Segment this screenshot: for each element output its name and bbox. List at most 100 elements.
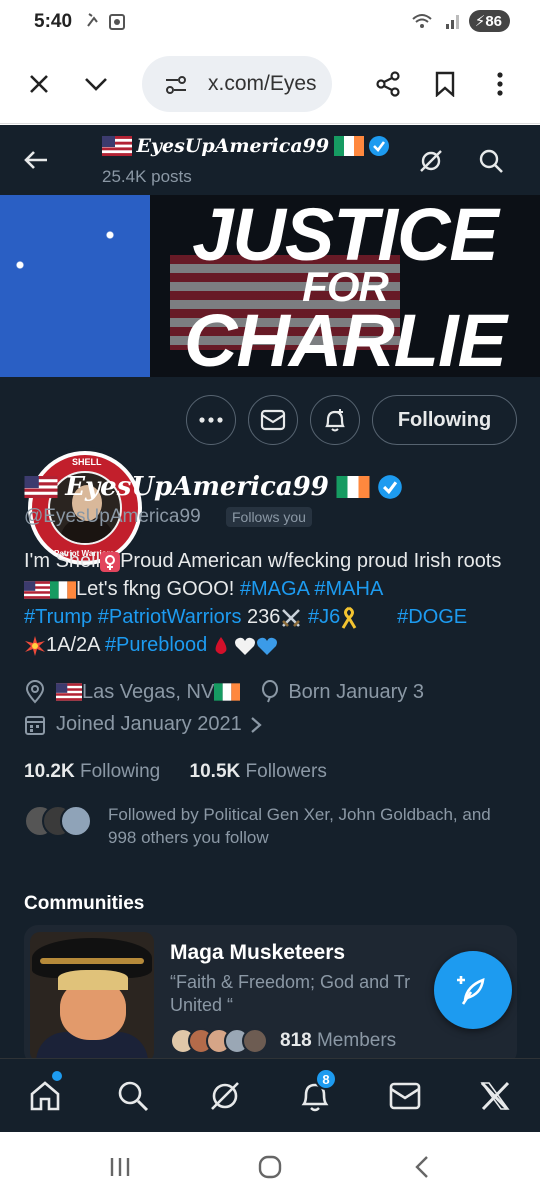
wifi-icon — [412, 14, 432, 28]
avatar-top-text: SHELL — [72, 457, 102, 467]
followers-count-link[interactable]: 10.5K Followers — [190, 761, 327, 782]
community-image-hat-trim — [40, 958, 144, 964]
following-label: Following — [79, 761, 161, 782]
tab-home[interactable] — [22, 1073, 68, 1119]
ireland-flag-icon — [214, 683, 241, 701]
home-icon — [30, 1081, 60, 1111]
tab-messages[interactable] — [382, 1073, 428, 1119]
system-navigation-bar — [0, 1132, 540, 1200]
tab-x[interactable] — [472, 1073, 518, 1119]
avatar — [60, 805, 92, 837]
following-count-link[interactable]: 10.2K Following — [24, 761, 160, 782]
followed-by-avatars[interactable] — [24, 805, 94, 837]
communities-title: Communities — [24, 893, 145, 914]
grok-icon — [211, 1082, 239, 1110]
profile-display-name: EyesUpAmerica99 — [65, 472, 329, 503]
message-button[interactable] — [248, 395, 298, 445]
header-title: EyesUpAmerica99 — [102, 135, 390, 157]
us-flag-icon — [102, 136, 132, 156]
share-button[interactable] — [368, 64, 408, 104]
back-button[interactable] — [18, 142, 54, 178]
bio-text-5: 1A/2A — [46, 634, 105, 656]
hashtag-patriotwarriors[interactable]: #PatriotWarriors — [98, 606, 242, 628]
location-pin-icon — [25, 680, 45, 704]
white-heart-icon — [235, 637, 256, 655]
status-time: 5:40 — [34, 11, 73, 32]
community-members: 818 Members — [170, 1028, 396, 1054]
site-settings-icon[interactable] — [164, 74, 188, 96]
banner-line1: JUSTICE — [192, 195, 499, 276]
status-notification-icons — [86, 12, 126, 36]
more-options-button[interactable] — [186, 395, 236, 445]
back-chevron-icon — [415, 1156, 428, 1178]
followers-label: Followers — [245, 761, 327, 782]
tab-search[interactable] — [110, 1073, 156, 1119]
mail-icon — [389, 1082, 421, 1110]
more-horizontal-icon — [199, 417, 223, 423]
x-logo-icon — [480, 1081, 510, 1111]
compose-feather-icon — [457, 976, 485, 1005]
battery-level: 86 — [485, 13, 502, 30]
us-flag-icon — [56, 683, 82, 701]
hashtag-j6[interactable]: #J6 — [308, 606, 340, 628]
grok-icon — [420, 150, 442, 172]
ireland-flag-icon — [336, 476, 370, 499]
back-system-button[interactable] — [402, 1152, 442, 1182]
notifications-badge: 8 — [315, 1068, 337, 1090]
community-members-count: 818 — [280, 1030, 312, 1051]
crossed-swords-icon — [282, 608, 301, 627]
hashtag-doge[interactable]: #DOGE — [397, 606, 467, 628]
profile-joined-row[interactable]: Joined January 2021 — [24, 713, 262, 736]
close-tab-button[interactable] — [19, 64, 59, 104]
mail-icon — [260, 409, 286, 431]
close-icon — [30, 75, 48, 93]
profile-joined: Joined January 2021 — [56, 713, 242, 735]
follows-you-badge: Follows you — [226, 507, 312, 527]
home-system-button[interactable] — [250, 1152, 290, 1182]
home-new-indicator — [52, 1071, 62, 1081]
status-right: ⚡86 — [411, 10, 510, 32]
profile-banner[interactable]: JUSTICE FOR CHARLIE — [0, 195, 540, 377]
bottom-tab-bar — [0, 1058, 540, 1132]
profile-location: Las Vegas, NV — [82, 680, 215, 703]
community-name: Maga Musketeers — [170, 941, 346, 964]
community-description: “Faith & Freedom; God and Tr United “ — [170, 972, 411, 1015]
hashtag-maga[interactable]: #MAGA — [240, 578, 309, 600]
chevron-down-icon — [85, 78, 107, 91]
bio-text-1: I'm Shell — [24, 550, 101, 572]
yellow-ribbon-icon — [341, 606, 357, 629]
bookmark-button[interactable] — [425, 64, 465, 104]
followed-by-text[interactable]: Followed by Political Gen Xer, John Gold… — [108, 803, 508, 849]
hashtag-pureblood[interactable]: #Pureblood — [105, 634, 207, 656]
hashtag-trump[interactable]: #Trump — [24, 606, 92, 628]
x-app: EyesUpAmerica99 25.4K posts JUSTICE FOR … — [0, 125, 540, 1132]
blue-heart-icon — [257, 637, 278, 655]
back-arrow-icon — [24, 151, 47, 169]
home-circle-icon — [258, 1155, 282, 1179]
bell-plus-icon — [325, 409, 345, 432]
search-button[interactable] — [472, 142, 510, 180]
community-image — [30, 932, 154, 1062]
bio-text-2: Proud American w/fecking proud Irish roo… — [120, 550, 502, 572]
us-flag-icon — [24, 476, 58, 499]
banner-stars — [0, 195, 170, 377]
recent-apps-button[interactable] — [100, 1152, 140, 1182]
notifications-subscribe-button[interactable] — [310, 395, 360, 445]
profile-bio: I'm Shell Proud American w/fecking proud … — [24, 547, 519, 659]
header-display-name: EyesUpAmerica99 — [136, 135, 330, 157]
compose-post-button[interactable] — [434, 951, 512, 1029]
signal-icon — [445, 15, 459, 29]
following-count: 10.2K — [24, 761, 75, 782]
following-button[interactable]: Following — [372, 395, 517, 445]
grok-button[interactable] — [412, 142, 450, 180]
verified-badge-icon — [378, 475, 403, 499]
url-field[interactable]: x.com/Eyes — [142, 56, 332, 112]
more-menu-button[interactable] — [480, 64, 520, 104]
search-icon — [118, 1081, 149, 1112]
chevron-right-icon — [250, 716, 262, 733]
followers-count: 10.5K — [189, 761, 241, 782]
notification-icons — [87, 13, 125, 30]
tab-grok[interactable] — [202, 1073, 248, 1119]
minimize-button[interactable] — [76, 64, 116, 104]
hashtag-maha[interactable]: #MAHA — [314, 578, 383, 600]
